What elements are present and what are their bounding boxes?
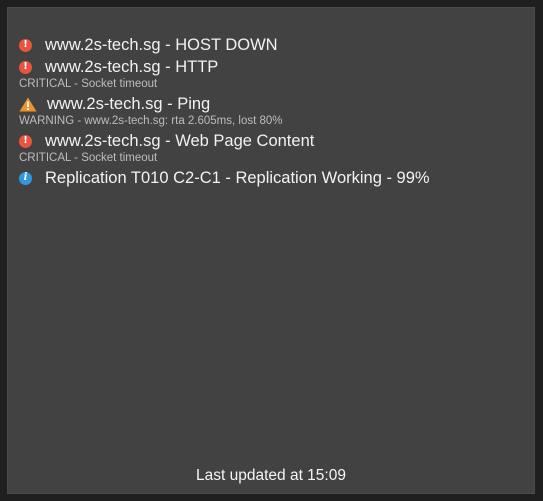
alert-item-web-page-content[interactable]: ! www.2s-tech.sg - Web Page Content CRIT… xyxy=(19,130,524,167)
alert-detail: CRITICAL - Socket timeout xyxy=(19,78,158,90)
alert-title: www.2s-tech.sg - Web Page Content xyxy=(45,131,315,150)
alert-item-http[interactable]: ! www.2s-tech.sg - HTTP CRITICAL - Socke… xyxy=(19,56,524,93)
alert-item-replication[interactable]: i Replication T010 C2-C1 - Replication W… xyxy=(19,167,524,189)
exclamation-circle-icon: ! xyxy=(19,134,32,148)
warning-triangle-icon xyxy=(19,97,37,112)
exclamation-circle-icon: ! xyxy=(19,60,32,74)
alert-item-host-down[interactable]: ! www.2s-tech.sg - HOST DOWN xyxy=(19,34,524,56)
alert-title: Replication T010 C2-C1 - Replication Wor… xyxy=(45,168,430,187)
alert-item-ping[interactable]: www.2s-tech.sg - Ping WARNING - www.2s-t… xyxy=(19,93,524,130)
alert-title: www.2s-tech.sg - HTTP xyxy=(45,57,219,76)
alert-title: www.2s-tech.sg - HOST DOWN xyxy=(45,35,278,54)
alert-list: ! www.2s-tech.sg - HOST DOWN ! www.2s-te… xyxy=(19,34,524,189)
exclamation-circle-icon: ! xyxy=(19,38,32,52)
info-circle-icon: i xyxy=(19,171,32,185)
last-updated-text: Last updated at 15:09 xyxy=(196,467,346,484)
alert-detail: WARNING - www.2s-tech.sg: rta 2.605ms, l… xyxy=(19,115,283,127)
alert-detail: CRITICAL - Socket timeout xyxy=(19,152,158,164)
alerts-panel: ! www.2s-tech.sg - HOST DOWN ! www.2s-te… xyxy=(7,7,535,494)
alert-title: www.2s-tech.sg - Ping xyxy=(47,94,211,113)
